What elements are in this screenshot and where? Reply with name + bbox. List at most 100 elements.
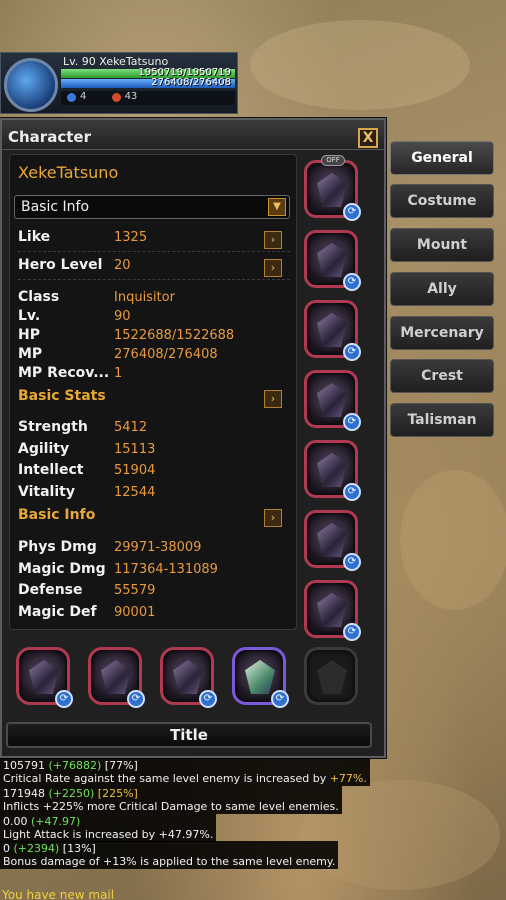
equip-slot-boots[interactable]: ⟳ xyxy=(304,440,361,501)
stat-row-vitality: Vitality 12544 xyxy=(18,484,290,504)
stat-label: Like xyxy=(18,229,51,245)
necklace-icon xyxy=(317,593,347,627)
hero-level-arrow-button[interactable]: › xyxy=(264,259,282,277)
stat-label: Agility xyxy=(18,441,70,457)
equip-slot-necklace[interactable]: ⟳ xyxy=(304,580,361,641)
stat-row-strength: Strength 5412 xyxy=(18,419,290,439)
mail-notification: You have new mail xyxy=(2,888,115,900)
sync-icon[interactable]: ⟳ xyxy=(55,690,73,708)
tab-talisman[interactable]: Talisman xyxy=(390,403,494,437)
boots-icon xyxy=(317,453,347,487)
stat-value: 90 xyxy=(114,309,131,324)
sync-icon[interactable]: ⟳ xyxy=(343,413,361,431)
tab-mercenary[interactable]: Mercenary xyxy=(390,316,494,350)
buff-count: 4 xyxy=(80,91,87,102)
stat-label: Hero Level xyxy=(18,257,103,273)
dropdown-value: Basic Info xyxy=(21,199,90,215)
equip-slot-offhand[interactable]: ⟳ xyxy=(88,647,145,708)
stat-label: HP xyxy=(18,327,40,343)
stat-row-level: Lv. 90 xyxy=(18,308,290,328)
stat-value: 55579 xyxy=(114,583,156,598)
sync-icon[interactable]: ⟳ xyxy=(271,690,289,708)
tab-crest[interactable]: Crest xyxy=(390,359,494,393)
title-button[interactable]: Title xyxy=(6,722,372,748)
basic-stats-arrow-button[interactable]: › xyxy=(264,390,282,408)
sync-icon[interactable]: ⟳ xyxy=(343,203,361,221)
stat-label: Magic Def xyxy=(18,604,97,620)
stat-row-class: Class Inquisitor xyxy=(18,289,290,309)
stat-value: 1 xyxy=(114,366,123,381)
tab-mount[interactable]: Mount xyxy=(390,228,494,262)
offhand-icon xyxy=(101,660,131,694)
stat-value: 276408/276408 xyxy=(114,347,218,362)
sync-icon[interactable]: ⟳ xyxy=(343,343,361,361)
stat-label: Strength xyxy=(18,419,88,435)
mp-bar: 276408/276408 xyxy=(61,77,235,88)
stat-value: Inquisitor xyxy=(114,290,175,305)
stat-row-magic-def: Magic Def 90001 xyxy=(18,604,290,624)
stat-row-mp: MP 276408/276408 xyxy=(18,346,290,366)
character-name: XekeTatsuno xyxy=(18,163,119,182)
stat-row-like: Like 1325 xyxy=(18,229,290,252)
tab-ally[interactable]: Ally xyxy=(390,272,494,306)
off-badge[interactable]: OFF xyxy=(321,155,345,166)
equip-slot-chest[interactable]: ⟳ xyxy=(304,230,361,291)
helmet-icon xyxy=(317,173,347,207)
stat-value: 1522688/1522688 xyxy=(114,328,235,343)
ground-patch xyxy=(250,20,470,110)
sync-icon[interactable]: ⟳ xyxy=(199,690,217,708)
avatar[interactable] xyxy=(4,58,58,112)
window-title: Character xyxy=(8,128,91,146)
tab-general[interactable]: General xyxy=(390,141,494,175)
weapon-icon xyxy=(29,660,59,694)
sync-icon[interactable]: ⟳ xyxy=(343,623,361,641)
shield-buff-icon[interactable] xyxy=(67,93,76,102)
equip-slot-bracelet[interactable]: ⟳ xyxy=(160,647,217,708)
equip-slot-gloves[interactable]: ⟳ xyxy=(304,370,361,431)
stat-value: 29971-38009 xyxy=(114,540,202,555)
fire-buff-icon[interactable] xyxy=(111,93,121,102)
buff-row: 4 43 xyxy=(61,91,235,105)
like-arrow-button[interactable]: › xyxy=(264,231,282,249)
stat-label: MP xyxy=(18,346,43,362)
info-dropdown[interactable]: Basic Info ▼ xyxy=(14,195,290,219)
equip-slot-empty[interactable] xyxy=(304,647,358,705)
section-basic-info: Basic Info xyxy=(18,507,96,523)
sync-icon[interactable]: ⟳ xyxy=(343,483,361,501)
buff-count: 43 xyxy=(124,91,138,102)
stat-value: 117364-131089 xyxy=(114,562,218,577)
sync-icon[interactable]: ⟳ xyxy=(343,553,361,571)
stat-label: MP Recov... xyxy=(18,365,110,381)
tooltip-light-attack: 0.00 (+47.97) Light Attack is increased … xyxy=(0,814,217,842)
section-basic-stats: Basic Stats xyxy=(18,388,106,404)
stat-row-hero-level: Hero Level 20 xyxy=(18,257,290,280)
stat-row-magic-dmg: Magic Dmg 117364-131089 xyxy=(18,561,290,581)
stat-row-phys-dmg: Phys Dmg 29971-38009 xyxy=(18,539,290,559)
chevron-down-icon[interactable]: ▼ xyxy=(268,198,286,216)
tooltip-bonus-damage: 0 (+2394) [13%] Bonus damage of +13% is … xyxy=(0,841,339,869)
equip-slot-pants[interactable]: ⟳ xyxy=(304,300,361,361)
equip-slot-ring[interactable]: ⟳ xyxy=(232,647,289,708)
empty-slot-icon xyxy=(317,660,347,694)
equip-slot-helmet[interactable]: OFF ⟳ xyxy=(304,155,361,221)
equip-slot-weapon[interactable]: ⟳ xyxy=(16,647,73,708)
character-window: Character X XekeTatsuno Basic Info ▼ Lik… xyxy=(0,118,386,758)
mp-text: 276408/276408 xyxy=(151,77,231,88)
sync-icon[interactable]: ⟳ xyxy=(343,273,361,291)
sync-icon[interactable]: ⟳ xyxy=(127,690,145,708)
basic-info-arrow-button[interactable]: › xyxy=(264,509,282,527)
stat-label: Defense xyxy=(18,582,83,598)
pants-icon xyxy=(317,313,347,347)
ring-icon xyxy=(245,660,275,694)
stat-label: Class xyxy=(18,289,60,305)
stat-value: 20 xyxy=(114,258,131,273)
close-button[interactable]: X xyxy=(358,128,378,148)
tooltip-crit-rate: 105791 (+76882) [77%] Critical Rate agai… xyxy=(0,758,370,786)
stat-row-agility: Agility 15113 xyxy=(18,441,290,461)
armor-icon xyxy=(317,243,347,277)
player-frame[interactable]: Lv. 90 XekeTatsuno 1950719/1950719 27640… xyxy=(0,52,238,114)
equip-slot-shoulder[interactable]: ⟳ xyxy=(304,510,361,571)
tab-costume[interactable]: Costume xyxy=(390,184,494,218)
stat-value: 5412 xyxy=(114,420,148,435)
stat-label: Intellect xyxy=(18,462,84,478)
